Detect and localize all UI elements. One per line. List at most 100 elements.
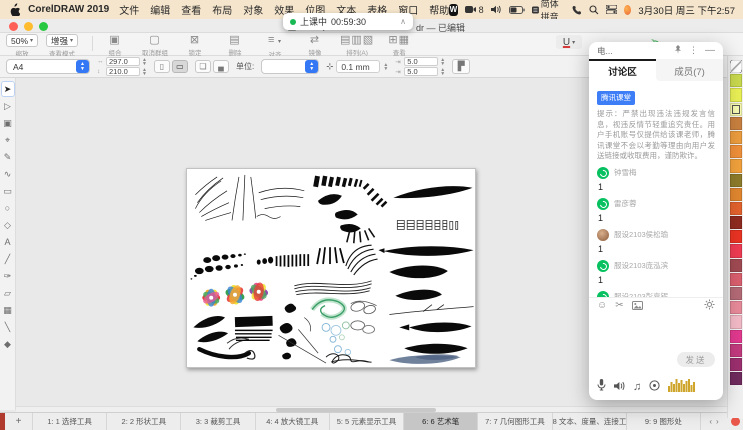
collapse-chevron-icon[interactable]: ∧ [400, 17, 406, 26]
search-icon[interactable] [589, 5, 599, 15]
page-tab[interactable]: 1: 1 选择工具 [33, 413, 107, 430]
add-page-button[interactable]: + [5, 413, 33, 430]
duplicate-y-field[interactable]: 5.0 [404, 67, 438, 76]
menu-item[interactable]: 对象 [243, 2, 263, 17]
bezier-tool[interactable]: ∿ [1, 166, 15, 182]
color-swatch[interactable] [730, 174, 742, 187]
color-swatch[interactable] [730, 88, 742, 101]
color-swatch[interactable] [730, 330, 742, 343]
music-icon[interactable]: ♫ [633, 381, 641, 393]
duplicate-x-field[interactable]: 5.0 [404, 57, 438, 66]
message-list[interactable]: 钟雪梅 1 雷彦蓉 1 [597, 167, 715, 298]
crop-tool[interactable]: ▣ [1, 115, 15, 131]
page-tab[interactable]: 7: 7 几何图形工具 [478, 413, 552, 430]
color-swatch[interactable] [730, 216, 742, 229]
color-swatch[interactable] [730, 287, 742, 300]
color-swatch[interactable] [730, 202, 742, 215]
eyedropper-tool[interactable]: ╲ [1, 319, 15, 335]
menu-bar-clock[interactable]: 3月30日 周三 下午2:57 [638, 3, 735, 17]
color-swatch[interactable] [730, 301, 742, 314]
color-swatch[interactable] [730, 273, 742, 286]
phone-icon[interactable] [572, 5, 582, 15]
zoom-level-select[interactable]: 50%▾ 缩放 [6, 34, 38, 58]
page-height-field[interactable]: 210.0 [106, 67, 140, 76]
landscape-button[interactable]: ▭ [172, 60, 188, 73]
color-swatch[interactable] [730, 131, 742, 144]
text-tool[interactable]: A [1, 234, 15, 250]
page-tab[interactable]: 5: 5 元素显示工具 [330, 413, 404, 430]
menu-item[interactable]: 帮助 [429, 2, 449, 17]
tab-discussion[interactable]: 讨论区 [589, 59, 656, 81]
class-timer-pill[interactable]: 上课中 00:59:30 ∧ [283, 13, 413, 30]
speaker-icon[interactable] [614, 378, 625, 396]
color-swatch[interactable] [730, 60, 742, 73]
color-swatch[interactable] [730, 244, 742, 257]
screenshot-icon[interactable]: ✂ [615, 301, 623, 311]
page-size-select[interactable]: A4 ▲▼ [6, 59, 90, 74]
image-icon[interactable] [632, 297, 643, 315]
send-button[interactable]: 发送 [677, 352, 715, 367]
page-tab[interactable]: 4: 4 放大镜工具 [256, 413, 330, 430]
artistic-media-tool[interactable]: ✑ [1, 268, 15, 284]
interactive-fill-tool[interactable]: ◆ [1, 336, 15, 352]
w-app-icon[interactable]: W [449, 4, 457, 16]
color-swatch[interactable] [730, 159, 742, 172]
color-swatch[interactable] [730, 372, 742, 385]
zoom-window-button[interactable] [39, 22, 48, 31]
portrait-button[interactable]: ▯ [154, 60, 170, 73]
page-width-field[interactable]: 297.0 [106, 57, 140, 66]
line-tool[interactable]: ╱ [1, 251, 15, 267]
emoji-icon[interactable]: ☺ [597, 301, 607, 311]
fill-color-button[interactable]: U▾ [556, 35, 582, 49]
view-mode-select[interactable]: 增强▾ 查看模式 [46, 34, 78, 58]
camera-icon[interactable] [649, 378, 660, 396]
minimize-panel-icon[interactable]: — [705, 48, 715, 54]
menu-item[interactable]: 查看 [181, 2, 201, 17]
all-pages-button[interactable]: ❏ [195, 60, 211, 73]
pin-icon[interactable] [674, 45, 682, 56]
zoom-tool[interactable]: ⌖ [1, 132, 15, 148]
tab-members[interactable]: 成员(7) [656, 59, 723, 81]
meeting-app-icon[interactable]: 8 [465, 5, 484, 15]
more-options-icon[interactable]: ⋮ [689, 45, 698, 56]
message-input[interactable] [589, 314, 723, 352]
shape-tool[interactable]: ▷ [1, 98, 15, 114]
page-tab[interactable]: 2: 2 形状工具 [107, 413, 181, 430]
polygon-tool[interactable]: ◇ [1, 217, 15, 233]
menu-item[interactable]: 编辑 [150, 2, 170, 17]
treat-as-filled-button[interactable]: ▛ [452, 59, 470, 74]
chat-settings-icon[interactable] [704, 297, 715, 315]
menu-item[interactable]: 文件 [119, 2, 139, 17]
page-tab[interactable]: 9: 9 图形处 [627, 413, 701, 430]
color-swatch[interactable] [730, 188, 742, 201]
color-swatch[interactable] [730, 103, 742, 116]
volume-icon[interactable] [491, 5, 502, 14]
parallelogram-tool[interactable]: ▱ [1, 285, 15, 301]
document-page[interactable] [186, 168, 476, 368]
app-dot-icon[interactable] [624, 5, 631, 15]
minimize-window-button[interactable] [24, 22, 33, 31]
microphone-icon[interactable] [597, 378, 606, 396]
tab-scroll-arrows[interactable]: ‹› [701, 413, 727, 430]
color-swatch[interactable] [730, 344, 742, 357]
color-swatch[interactable] [730, 259, 742, 272]
page-tab[interactable]: 6: 6 艺术笔 [404, 413, 478, 430]
panel-header[interactable]: 电... ⋮ — [589, 42, 723, 59]
nudge-field[interactable]: 0.1 mm [336, 60, 380, 73]
ellipse-tool[interactable]: ○ [1, 200, 15, 216]
color-swatch[interactable] [730, 74, 742, 87]
color-swatch[interactable] [730, 358, 742, 371]
control-center-icon[interactable] [606, 5, 617, 14]
mesh-fill-tool[interactable]: ▦ [1, 302, 15, 318]
app-menu[interactable]: CorelDRAW 2019 [28, 4, 109, 15]
apple-menu[interactable] [8, 3, 20, 16]
color-swatch[interactable] [730, 145, 742, 158]
battery-icon[interactable] [509, 6, 525, 14]
color-swatch[interactable] [730, 315, 742, 328]
color-swatch[interactable] [730, 230, 742, 243]
audio-waveform-thumbnail[interactable] [668, 378, 696, 397]
pick-tool[interactable]: ➤ [1, 81, 15, 97]
units-select[interactable]: ▲▼ [261, 59, 319, 74]
close-window-button[interactable] [9, 22, 18, 31]
page-tab[interactable]: 8: 8 文本、度量、连接工具 [553, 413, 627, 430]
